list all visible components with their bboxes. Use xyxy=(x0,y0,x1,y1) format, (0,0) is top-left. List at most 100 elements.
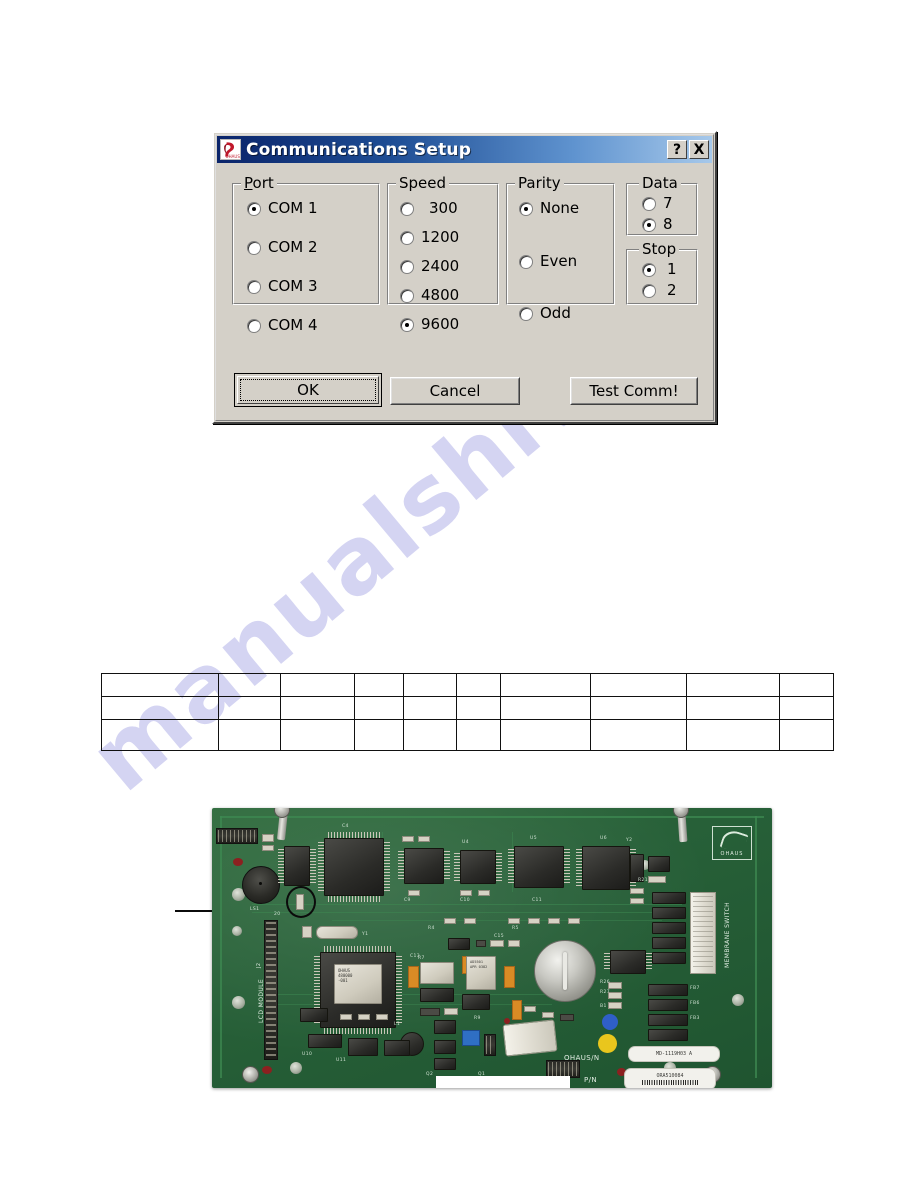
pin-header xyxy=(216,828,258,844)
crystal xyxy=(316,926,358,939)
mounting-hole xyxy=(232,926,242,936)
table-cell xyxy=(354,673,404,697)
transistor xyxy=(434,1040,456,1054)
ic-chip: AD5501 APR 0382 xyxy=(466,956,496,990)
blue-marker-dot xyxy=(602,1014,618,1030)
resistor-network xyxy=(652,907,686,919)
ccfl-wire-connector xyxy=(502,1019,558,1057)
group-data-legend: Data xyxy=(639,175,681,191)
radio-label-speed-1200: 1200 xyxy=(421,228,460,246)
lcd-module-connector xyxy=(264,920,278,1060)
radio-label-com-2: COM 2 xyxy=(268,238,318,256)
radio-com-2[interactable]: COM 2 xyxy=(247,240,318,255)
cancel-button[interactable]: Cancel xyxy=(390,377,520,405)
capacitor xyxy=(504,966,515,988)
radio-label-stop-1: 1 xyxy=(667,260,677,278)
table-row xyxy=(101,719,834,751)
ic-chip xyxy=(384,1040,410,1056)
table-cell xyxy=(456,719,501,751)
yellow-marker-dot xyxy=(598,1034,617,1053)
radio-dot-speed-4800 xyxy=(400,288,414,303)
radio-dot-stop-2 xyxy=(642,283,656,298)
table-cell xyxy=(279,673,356,697)
radio-com-3[interactable]: COM 3 xyxy=(247,279,318,294)
table-cell xyxy=(217,673,281,697)
pcb-board: LS1 C4 U4 U5 U6 Y2 C9 C10 C11 Y1 LCD MOD… xyxy=(212,808,772,1088)
table-cell xyxy=(779,673,834,697)
coin-battery xyxy=(534,940,596,1002)
ic-chip xyxy=(404,848,444,884)
dialog-titlebar[interactable]: OHAUS Communications Setup ? X xyxy=(217,136,712,163)
ic-chip xyxy=(348,1038,378,1056)
ic-chip xyxy=(420,962,454,984)
table-cell xyxy=(685,696,781,720)
radio-label-speed-300: 300 xyxy=(429,199,458,217)
silk-q2: Q2 xyxy=(426,1072,434,1077)
plcc-chip xyxy=(324,838,384,896)
resistor-network xyxy=(652,937,686,949)
radio-stop-2[interactable]: 2 xyxy=(642,283,677,298)
radio-parity-odd[interactable]: Odd xyxy=(519,306,571,321)
table-cell xyxy=(101,719,219,751)
ic-chip xyxy=(308,1034,342,1048)
table-cell xyxy=(499,719,592,751)
ic-chip xyxy=(300,1008,328,1022)
table-cell xyxy=(217,719,281,751)
table-cell xyxy=(101,673,219,697)
ic-chip xyxy=(582,846,630,890)
test-point-red xyxy=(233,858,243,866)
radio-parity-even[interactable]: Even xyxy=(519,254,577,269)
radio-dot-parity-even xyxy=(519,254,533,269)
radio-speed-300[interactable]: 300 xyxy=(400,201,458,216)
buzzer xyxy=(242,866,280,904)
radio-data-8[interactable]: 8 xyxy=(642,217,673,232)
radio-stop-1[interactable]: 1 xyxy=(642,262,677,277)
radio-data-7[interactable]: 7 xyxy=(642,196,673,211)
trim-capacitor xyxy=(462,1030,480,1046)
sticker-serial: ORA510084 xyxy=(624,1068,716,1088)
radio-dot-parity-odd xyxy=(519,306,533,321)
resistor-network xyxy=(648,984,688,996)
silk-membrane-switch: MEMBRANE SWITCH xyxy=(724,901,731,968)
group-port-legend-accel: P xyxy=(244,174,253,192)
radio-com-1[interactable]: COM 1 xyxy=(247,201,318,216)
table-cell xyxy=(499,673,592,697)
group-parity-legend: Parity xyxy=(515,175,564,191)
test-comm-button[interactable]: Test Comm! xyxy=(570,377,698,405)
radio-com-4[interactable]: COM 4 xyxy=(247,318,318,333)
help-button[interactable]: ? xyxy=(667,140,687,159)
table-cell xyxy=(402,719,458,751)
table-cell xyxy=(402,673,458,697)
communications-setup-dialog: OHAUS Communications Setup ? X Port COM … xyxy=(212,131,717,424)
table-cell xyxy=(456,696,501,720)
ohaus-silkscreen-logo: OHAUS xyxy=(712,826,752,860)
radio-dot-speed-1200 xyxy=(400,230,414,245)
titlebar-buttons: ? X xyxy=(667,140,709,159)
radio-label-parity-even: Even xyxy=(540,252,578,270)
radio-dot-data-7 xyxy=(642,196,656,211)
ok-button[interactable]: OK xyxy=(234,373,382,407)
radio-parity-none[interactable]: None xyxy=(519,201,579,216)
main-processor-label: OHAUS 480000 -001 xyxy=(334,964,382,1004)
radio-speed-9600[interactable]: 9600 xyxy=(400,317,459,332)
table-cell xyxy=(101,696,219,720)
ccfl-connector xyxy=(546,1060,580,1078)
svg-text:OHAUS: OHAUS xyxy=(226,154,241,159)
table-cell xyxy=(590,719,687,751)
table-cell xyxy=(685,673,781,697)
group-parity: Parity None Even Odd xyxy=(506,175,615,321)
table-cell xyxy=(217,696,281,720)
ohaus-logo-icon: OHAUS xyxy=(220,139,241,160)
ic-chip xyxy=(460,850,496,884)
table-cell xyxy=(590,696,687,720)
transistor xyxy=(434,1020,456,1034)
radio-label-com-3: COM 3 xyxy=(268,277,318,295)
radio-speed-1200[interactable]: 1200 xyxy=(400,230,459,245)
group-port: Port COM 1 COM 2 COM 3 COM 4 xyxy=(232,175,380,333)
table-cell xyxy=(279,719,356,751)
radio-label-com-4: COM 4 xyxy=(268,316,318,334)
radio-speed-4800[interactable]: 4800 xyxy=(400,288,459,303)
radio-speed-2400[interactable]: 2400 xyxy=(400,259,459,274)
close-icon[interactable]: X xyxy=(689,140,709,159)
cancel-button-label: Cancel xyxy=(429,382,481,400)
